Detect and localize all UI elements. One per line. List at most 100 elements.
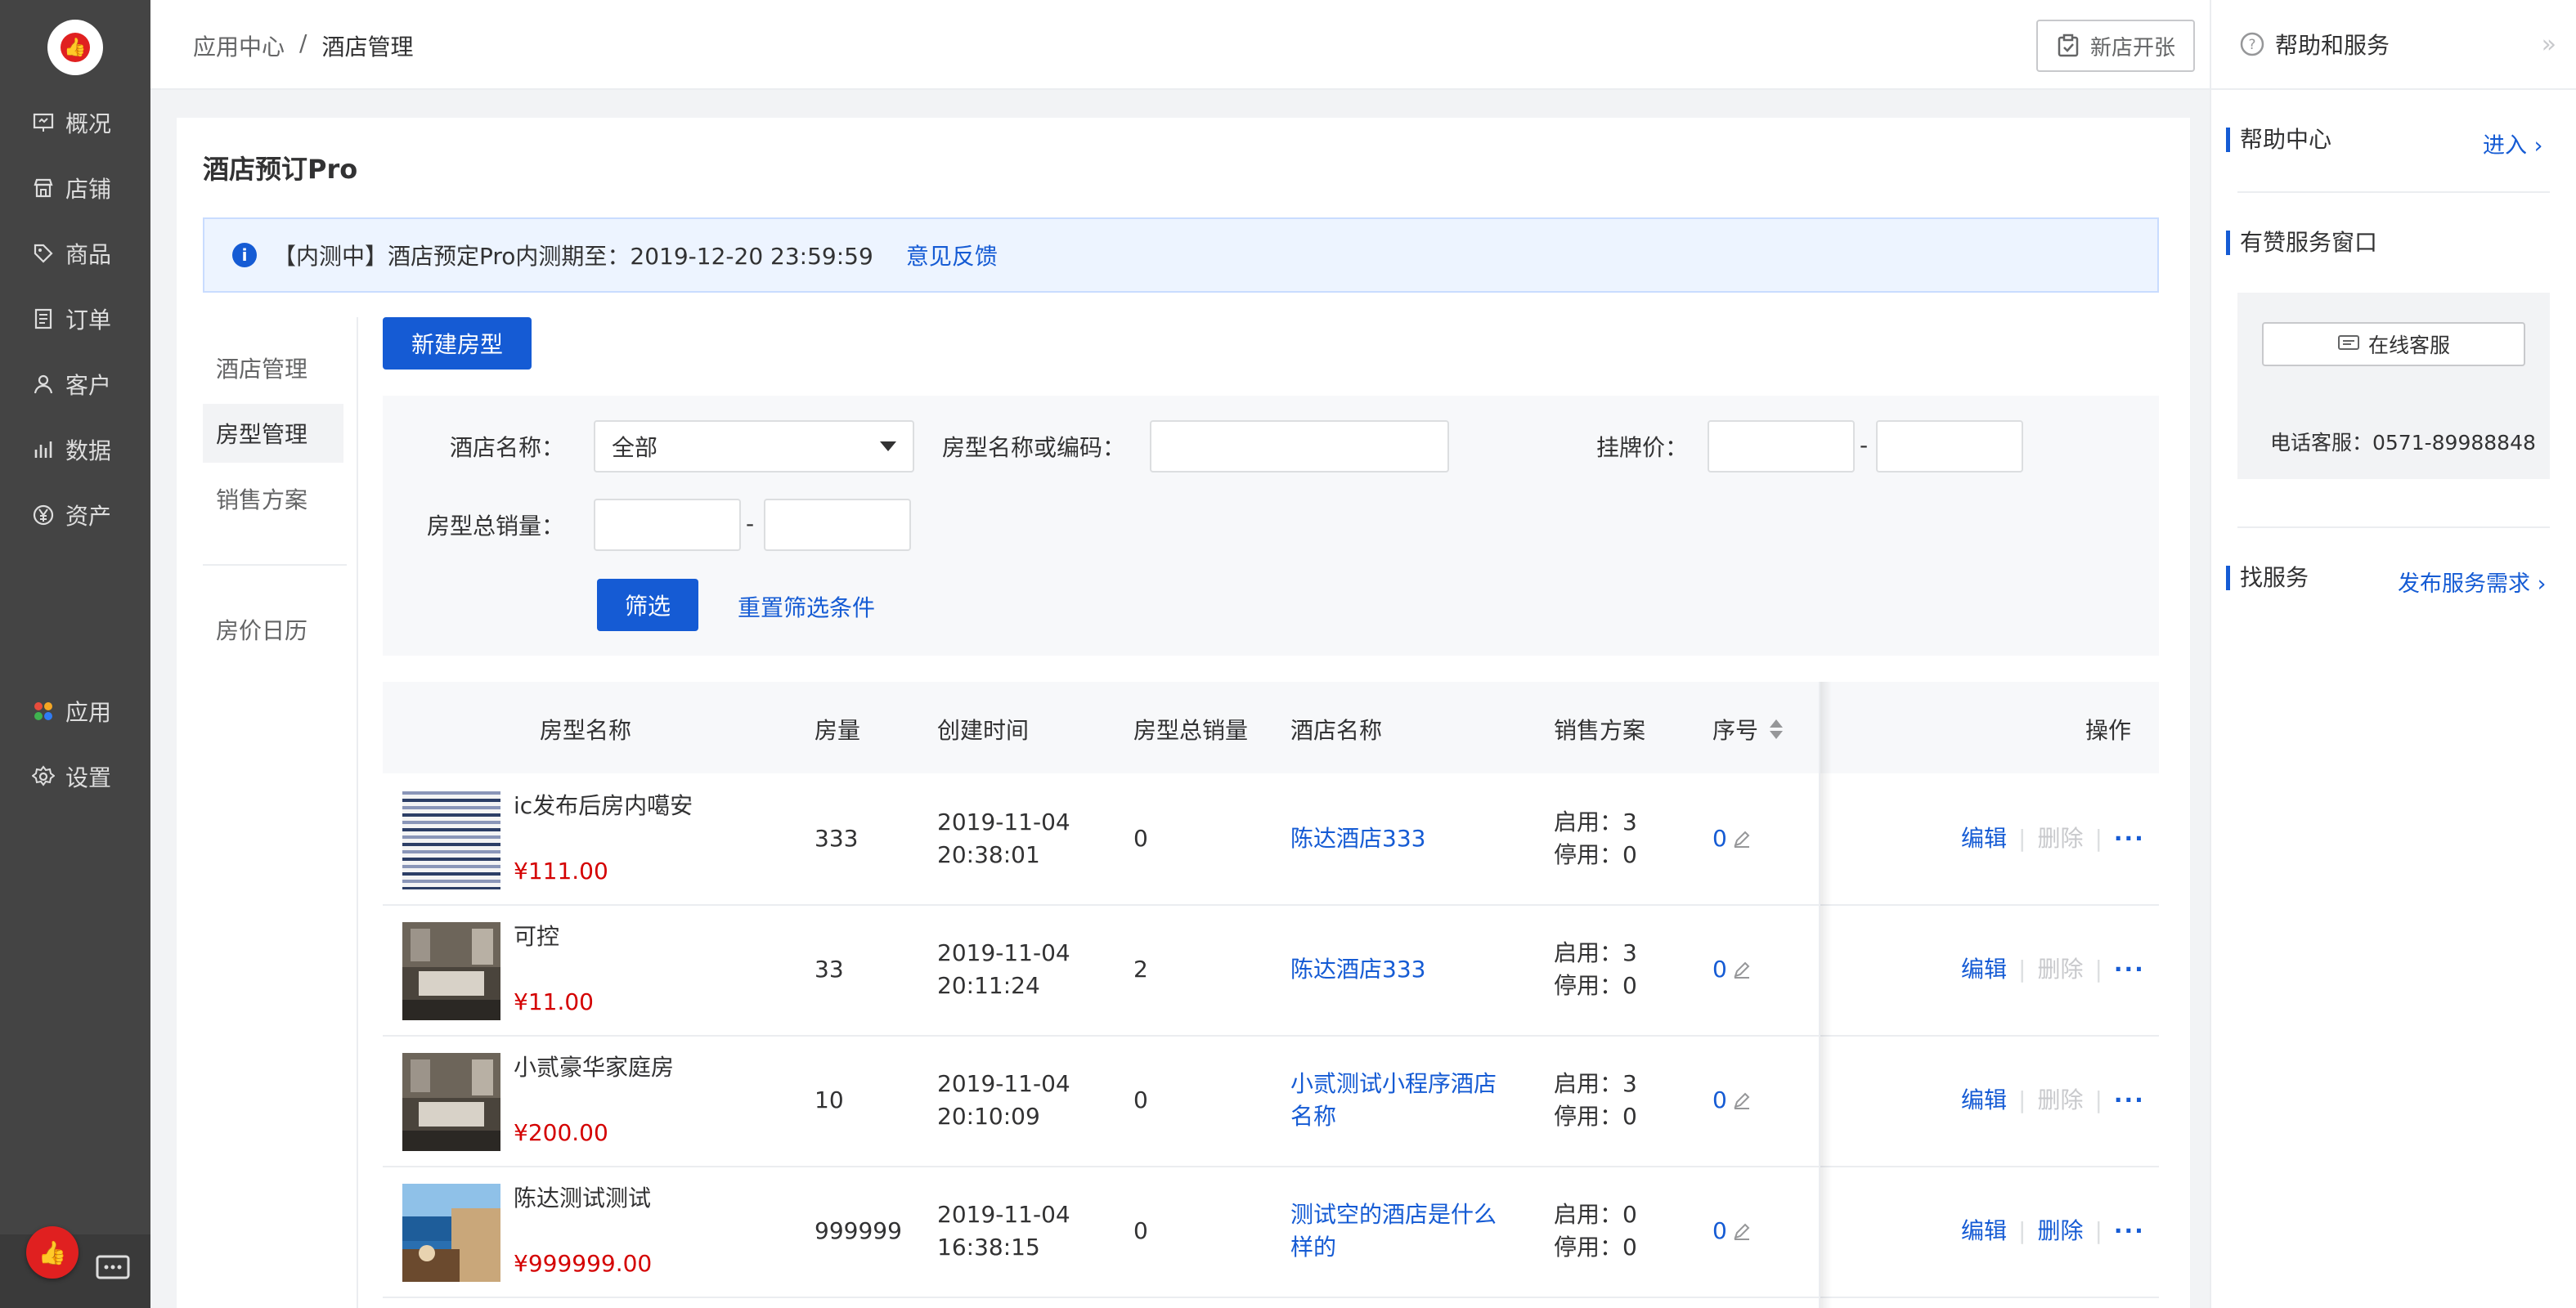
page-title: 酒店预订Pro [203, 154, 358, 185]
more-actions-button[interactable]: ··· [2114, 1215, 2145, 1248]
nav-item-tag[interactable]: 商品 [0, 229, 150, 278]
seq-cell[interactable]: 0 [1712, 953, 1752, 986]
hotel-name-select[interactable]: 全部 [594, 420, 914, 473]
new-room-type-button[interactable]: 新建房型 [383, 317, 532, 370]
new-store-button[interactable]: 新店开张 [2036, 20, 2195, 72]
edit-link[interactable]: 编辑 [1961, 953, 2007, 986]
created-date: 2019-11-04 [937, 939, 1070, 966]
col-seq[interactable]: 序号 [1712, 713, 1784, 746]
filter-button[interactable]: 筛选 [597, 579, 698, 631]
created-date: 2019-11-04 [937, 809, 1070, 835]
seq-value: 0 [1712, 956, 1727, 983]
created-time-cell: 2019-11-04 20:11:24 [937, 937, 1070, 1002]
total-sales-cell: 0 [1133, 822, 1148, 855]
hotel-name-link[interactable]: 小贰测试小程序酒店 [1290, 1068, 1497, 1100]
submenu-price-calendar[interactable]: 房价日历 [203, 600, 343, 659]
room-thumbnail [402, 922, 500, 1029]
total-sales: 2 [1133, 956, 1148, 983]
nav-item-store[interactable]: 店铺 [0, 164, 150, 213]
hotel-name-cell[interactable]: 陈达酒店333 [1290, 822, 1425, 855]
sales-max-input[interactable] [764, 499, 911, 551]
room-thumbnail [402, 791, 500, 898]
submenu-hotel-manage[interactable]: 酒店管理 [203, 338, 343, 397]
table-row [383, 906, 2159, 1037]
notice-banner: i 【内测中】酒店预定Pro内测期至：2019-12-20 23:59:59 意… [203, 217, 2159, 293]
pencil-icon[interactable] [1732, 960, 1752, 979]
enter-label: 进入 [2483, 133, 2527, 159]
hotel-name-link[interactable]: 测试空的酒店是什么 [1290, 1198, 1497, 1231]
created-date: 2019-11-04 [937, 1070, 1070, 1097]
seq-cell[interactable]: 0 [1712, 822, 1752, 855]
list-price-label: 挂牌价： [1595, 434, 1688, 461]
room-price: ¥200.00 [514, 1119, 608, 1146]
help-panel [2210, 0, 2576, 1308]
chat-icon[interactable] [95, 1254, 131, 1283]
delete-link[interactable]: 删除 [2037, 1215, 2083, 1248]
total-sales: 0 [1133, 1086, 1148, 1113]
store-icon [31, 176, 56, 200]
edit-link[interactable]: 编辑 [1961, 822, 2007, 855]
hotel-name-link[interactable]: 样的 [1290, 1231, 1497, 1264]
pencil-icon[interactable] [1732, 829, 1752, 849]
collapse-chevron-icon[interactable]: » [2542, 30, 2556, 59]
app-logo[interactable]: 👍 [47, 20, 103, 75]
hotel-name-link[interactable]: 陈达酒店333 [1290, 953, 1425, 986]
actions-cell: 编辑 | 删除 | ··· [1961, 1084, 2145, 1117]
nav-item-chart[interactable]: 数据 [0, 425, 150, 474]
phone-service: 电话客服：0571-89988848 [2270, 431, 2536, 455]
pencil-icon[interactable] [1732, 1221, 1752, 1241]
edit-link[interactable]: 编辑 [1961, 1215, 2007, 1248]
seq-cell[interactable]: 0 [1712, 1215, 1752, 1248]
hotel-name-link[interactable]: 陈达酒店333 [1290, 822, 1425, 855]
feedback-link[interactable]: 意见反馈 [906, 239, 998, 271]
nav-item-order[interactable]: 订单 [0, 294, 150, 343]
hotel-name-cell[interactable]: 测试空的酒店是什么 样的 [1290, 1198, 1497, 1264]
ops-separator: | [2018, 1217, 2026, 1244]
notice-text: 【内测中】酒店预定Pro内测期至：2019-12-20 23:59:59 [273, 243, 873, 270]
hotel-name-link[interactable]: 名称 [1290, 1100, 1497, 1133]
sales-min-input[interactable] [594, 499, 741, 551]
sales-plan-cell: 启用：3 停用：0 [1554, 806, 1637, 871]
actions-cell: 编辑 | 删除 | ··· [1961, 953, 2145, 986]
online-service-button[interactable]: 在线客服 [2262, 322, 2525, 366]
more-actions-button[interactable]: ··· [2114, 822, 2145, 855]
room-qty: 10 [815, 1086, 844, 1113]
hotel-name-cell[interactable]: 陈达酒店333 [1290, 953, 1425, 986]
nav-item-user[interactable]: 客户 [0, 360, 150, 409]
pencil-icon[interactable] [1732, 1091, 1752, 1110]
room-name-cell: ic发布后房内噶安 [514, 790, 693, 822]
publish-demand-link[interactable]: 发布服务需求 › [2398, 566, 2546, 598]
nav-item-label: 店铺 [65, 176, 112, 203]
chart-icon [31, 437, 56, 462]
seq-value: 0 [1712, 825, 1727, 852]
price-min-input[interactable] [1708, 420, 1855, 473]
ops-separator: | [2094, 956, 2103, 983]
table-header [383, 682, 2159, 773]
svg-text:?: ? [2248, 37, 2255, 53]
submenu-sales-plan[interactable]: 销售方案 [203, 469, 343, 528]
edit-link[interactable]: 编辑 [1961, 1084, 2007, 1117]
room-name: 可控 [514, 923, 560, 950]
nav-item-label: 概况 [65, 110, 112, 137]
nav-item-apps[interactable]: 应用 [0, 687, 150, 736]
seq-cell[interactable]: 0 [1712, 1084, 1752, 1117]
room-name-code-input[interactable] [1150, 420, 1449, 473]
plan-enabled: 启用：3 [1554, 809, 1637, 835]
room-name-cell: 陈达测试测试 [514, 1182, 651, 1215]
hotel-name-cell[interactable]: 小贰测试小程序酒店 名称 [1290, 1068, 1497, 1133]
price-max-input[interactable] [1876, 420, 2023, 473]
room-price-cell: ¥111.00 [514, 855, 608, 888]
more-actions-button[interactable]: ··· [2114, 1084, 2145, 1117]
info-icon: i [232, 243, 257, 267]
nav-item-settings[interactable]: 设置 [0, 752, 150, 801]
breadcrumb-app-center[interactable]: 应用中心 [193, 29, 285, 62]
ops-separator: | [2018, 956, 2026, 983]
submenu-room-type-manage[interactable]: 房型管理 [203, 404, 343, 463]
nav-item-overview[interactable]: 概况 [0, 98, 150, 147]
help-bubble-icon[interactable]: 👍 [26, 1226, 79, 1279]
reset-filter-link[interactable]: 重置筛选条件 [738, 590, 875, 623]
more-actions-button[interactable]: ··· [2114, 953, 2145, 986]
clipboard-icon [2058, 34, 2079, 57]
help-center-enter-link[interactable]: 进入 › [2483, 128, 2542, 159]
nav-item-yen[interactable]: 资产 [0, 490, 150, 540]
